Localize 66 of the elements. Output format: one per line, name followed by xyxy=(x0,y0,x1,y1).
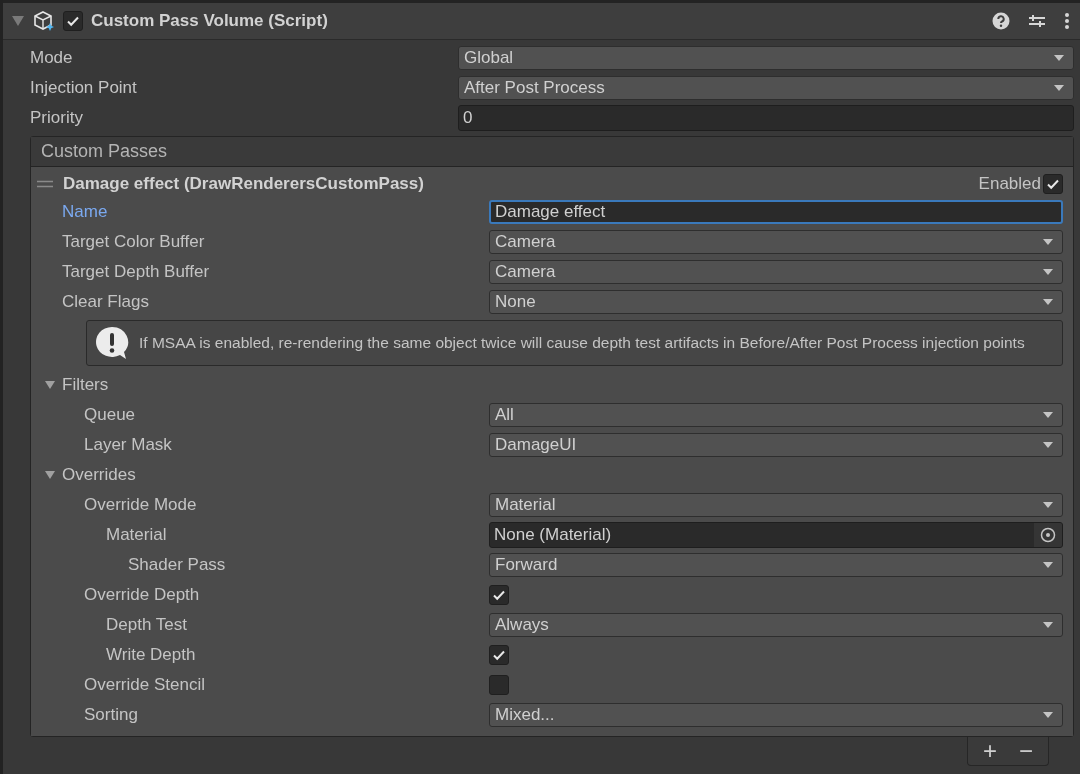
field-label: Target Color Buffer xyxy=(62,232,206,252)
field-label: Target Depth Buffer xyxy=(62,262,211,282)
list-button[interactable]: + xyxy=(974,737,1006,765)
field-label: Material xyxy=(105,525,168,545)
dropdown-arrow-icon xyxy=(1042,561,1054,569)
dropdown-field[interactable]: After Post Process xyxy=(458,76,1074,100)
dropdown-arrow-icon xyxy=(1042,441,1054,449)
dropdown-arrow-icon xyxy=(1042,268,1054,276)
dropdown-arrow-icon xyxy=(1042,501,1054,509)
checkbox[interactable] xyxy=(489,675,509,695)
foldout-label[interactable]: Overrides xyxy=(62,465,136,485)
foldout-label[interactable]: Filters xyxy=(62,375,109,395)
field-label: Name xyxy=(62,202,109,222)
number-field[interactable]: 0 xyxy=(458,105,1074,131)
dropdown-field[interactable]: DamageUI xyxy=(489,433,1063,457)
object-picker-icon[interactable] xyxy=(1040,527,1056,543)
dropdown-field[interactable]: Mixed... xyxy=(489,703,1063,727)
checkbox[interactable] xyxy=(489,585,509,605)
help-icon[interactable] xyxy=(992,12,1010,30)
field-label: Mode xyxy=(30,48,74,68)
dropdown-field[interactable]: All xyxy=(489,403,1063,427)
pass-enabled-checkbox[interactable] xyxy=(1043,174,1063,194)
field-label: Depth Test xyxy=(105,615,188,635)
dropdown-arrow-icon xyxy=(1042,621,1054,629)
dropdown-field[interactable]: Always xyxy=(489,613,1063,637)
field-label: Injection Point xyxy=(30,78,138,98)
checkbox[interactable] xyxy=(489,645,509,665)
help-message: If MSAA is enabled, re-rendering the same object twice will cause depth test artifacts in Before/After Post Process injection points xyxy=(139,333,1025,353)
component-title: Custom Pass Volume (Script) xyxy=(91,11,329,31)
exclamation-bubble-icon xyxy=(93,325,131,361)
enabled-label: Enabled xyxy=(978,174,1041,194)
dropdown-field[interactable]: Material xyxy=(489,493,1063,517)
list-button[interactable]: − xyxy=(1010,737,1042,765)
drag-handle-icon[interactable] xyxy=(37,180,53,188)
dropdown-field[interactable]: Global xyxy=(458,46,1074,70)
list-header: Custom Passes xyxy=(41,141,168,162)
field-label: Override Mode xyxy=(83,495,198,515)
dropdown-arrow-icon xyxy=(1042,411,1054,419)
field-label: Queue xyxy=(83,405,137,425)
more-options-icon[interactable] xyxy=(1064,12,1070,30)
dropdown-arrow-icon xyxy=(1053,54,1065,62)
field-label: Write Depth xyxy=(105,645,197,665)
dropdown-field[interactable]: Camera xyxy=(489,230,1063,254)
field-label: Layer Mask xyxy=(83,435,173,455)
object-field[interactable]: None (Material) xyxy=(489,522,1063,548)
field-label: Override Stencil xyxy=(83,675,206,695)
dropdown-arrow-icon xyxy=(1053,84,1065,92)
dropdown-arrow-icon xyxy=(1042,298,1054,306)
script-cube-icon xyxy=(33,10,55,32)
pass-title: Damage effect (DrawRenderersCustomPass) xyxy=(63,174,425,194)
field-label: Override Depth xyxy=(83,585,201,605)
dropdown-field[interactable]: None xyxy=(489,290,1063,314)
foldout-arrow-icon[interactable] xyxy=(44,380,56,390)
dropdown-arrow-icon xyxy=(1042,711,1054,719)
foldout-arrow-icon[interactable] xyxy=(44,470,56,480)
field-label: Priority xyxy=(30,108,84,128)
field-label: Clear Flags xyxy=(62,292,150,312)
component-enabled-checkbox[interactable] xyxy=(63,11,83,31)
foldout-arrow-icon[interactable] xyxy=(11,15,25,27)
presets-sliders-icon[interactable] xyxy=(1028,12,1046,30)
field-label: Sorting xyxy=(83,705,139,725)
dropdown-arrow-icon xyxy=(1042,238,1054,246)
dropdown-field[interactable]: Forward xyxy=(489,553,1063,577)
text-field[interactable]: Damage effect xyxy=(489,200,1063,224)
field-label: Shader Pass xyxy=(127,555,227,575)
dropdown-field[interactable]: Camera xyxy=(489,260,1063,284)
